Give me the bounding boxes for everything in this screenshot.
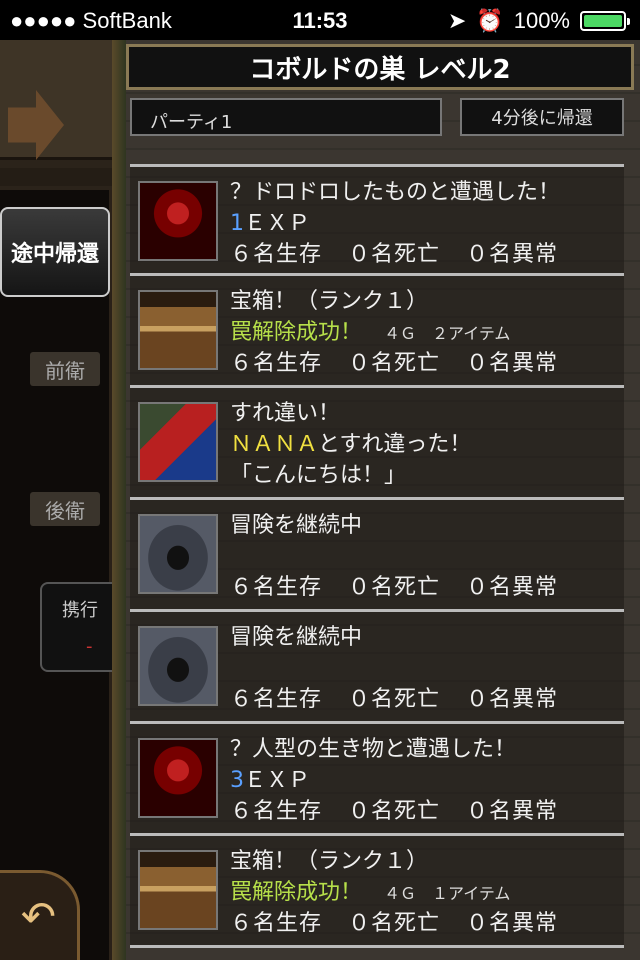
log-item: ？ドロドロしたものと遭遇した！ 1ＥＸＰ ６名生存 ０名死亡 ０名異常 — [130, 164, 624, 276]
location-icon: ➤ — [447, 8, 467, 33]
dead-count: ０名死亡 — [348, 911, 441, 936]
log-message: ？ドロドロしたものと遭遇した！ — [230, 180, 561, 205]
alive-count: ６名生存 — [230, 799, 323, 824]
log-message: 宝箱！（ランク１） — [230, 289, 429, 314]
carry-value: - — [86, 636, 93, 657]
log-message: すれ違い！ — [230, 401, 341, 426]
passed-text: とすれ違った！ — [318, 432, 472, 457]
enemy-skeleton-icon — [138, 738, 218, 818]
dungeon-title: コボルドの巣 レベル2 — [126, 44, 634, 90]
log-item: 冒険を継続中 ６名生存 ０名死亡 ０名異常 — [130, 500, 624, 612]
alive-count: ６名生存 — [230, 351, 323, 376]
loot-text: ４Ｇ １アイテム — [384, 884, 511, 903]
abnormal-count: ０名異常 — [466, 242, 559, 267]
carry-label: 携行 — [62, 600, 98, 621]
log-list[interactable]: ？ドロドロしたものと遭遇した！ 1ＥＸＰ ６名生存 ０名死亡 ０名異常 宝箱！（ラン… — [130, 164, 624, 948]
adventure-log-panel: コボルドの巣 レベル2 パーティ1 4分後に帰還 ？ドロドロしたものと遭遇した！… — [112, 40, 640, 960]
abnormal-count: ０名異常 — [466, 575, 559, 600]
side-menu — [0, 190, 112, 960]
log-item: 宝箱！（ランク１） 罠解除成功！ ４Ｇ １アイテム ６名生存 ０名死亡 ０名異常 — [130, 836, 624, 948]
log-item: ？人型の生き物と遭遇した！ 3ＥＸＰ ６名生存 ０名死亡 ０名異常 — [130, 724, 624, 836]
alive-count: ６名生存 — [230, 242, 323, 267]
dead-count: ０名死亡 — [348, 575, 441, 600]
log-message: 宝箱！（ランク１） — [230, 849, 429, 874]
corridor-icon — [138, 626, 218, 706]
log-message: 冒険を継続中 — [230, 513, 363, 538]
knight-portrait-icon — [138, 402, 218, 482]
trap-disarm-text: 罠解除成功！ — [230, 880, 363, 905]
trap-disarm-text: 罠解除成功！ — [230, 320, 363, 345]
dead-count: ０名死亡 — [348, 242, 441, 267]
party-name: パーティ1 — [130, 98, 442, 136]
mid-return-button[interactable]: 途中帰還 — [0, 207, 110, 297]
dead-count: ０名死亡 — [348, 799, 441, 824]
log-item: 冒険を継続中 ６名生存 ０名死亡 ０名異常 — [130, 612, 624, 724]
abnormal-count: ０名異常 — [466, 687, 559, 712]
log-message: ？人型の生き物と遭遇した！ — [230, 737, 517, 762]
exp-label: ＥＸＰ — [244, 211, 311, 236]
player-name[interactable]: ＮＡＮＡ — [230, 432, 318, 457]
return-timer: 4分後に帰還 — [460, 98, 624, 136]
enemy-skeleton-icon — [138, 181, 218, 261]
exp-value: 3 — [230, 768, 244, 793]
log-item: すれ違い！ ＮＡＮＡとすれ違った！ 「こんにちは！」 — [130, 388, 624, 500]
treasure-chest-icon — [138, 290, 218, 370]
battery-icon — [580, 11, 630, 31]
back-arrow-icon[interactable]: ↶ — [0, 870, 80, 960]
status-bar: ●●●●● SoftBank 11:53 ➤ ⏰ 100% — [0, 0, 640, 40]
alarm-icon: ⏰ — [476, 8, 504, 33]
abnormal-count: ０名異常 — [466, 799, 559, 824]
alive-count: ６名生存 — [230, 575, 323, 600]
log-message: 冒険を継続中 — [230, 625, 363, 650]
corridor-icon — [138, 514, 218, 594]
treasure-chest-icon — [138, 850, 218, 930]
loot-text: ４Ｇ ２アイテム — [384, 324, 511, 343]
alive-count: ６名生存 — [230, 687, 323, 712]
dead-count: ０名死亡 — [348, 351, 441, 376]
status-right: ➤ ⏰ 100% — [447, 8, 630, 34]
abnormal-count: ０名異常 — [466, 911, 559, 936]
dead-count: ０名死亡 — [348, 687, 441, 712]
greeting-text: 「こんにちは！」 — [230, 463, 407, 488]
battery-percent: 100% — [513, 8, 570, 33]
log-item: 宝箱！（ランク１） 罠解除成功！ ４Ｇ ２アイテム ６名生存 ０名死亡 ０名異常 — [130, 276, 624, 388]
alive-count: ６名生存 — [230, 911, 323, 936]
carry-box[interactable]: 携行 - — [40, 582, 120, 672]
front-row-label: 前衛 — [30, 352, 100, 386]
rear-row-label: 後衛 — [30, 492, 100, 526]
exp-label: ＥＸＰ — [244, 768, 311, 793]
exp-value: 1 — [230, 211, 244, 236]
abnormal-count: ０名異常 — [466, 351, 559, 376]
